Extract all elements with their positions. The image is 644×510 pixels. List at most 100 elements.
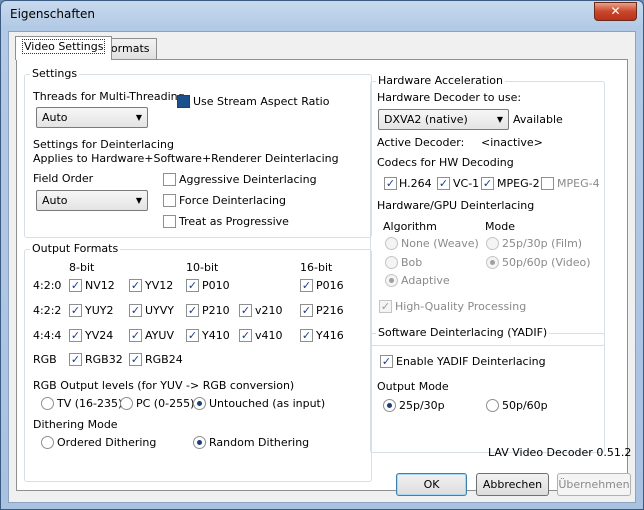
random-dither-radio[interactable]	[193, 436, 206, 449]
hw-accel-title: Hardware Acceleration	[376, 74, 505, 87]
threads-combo-value: Auto	[42, 111, 68, 124]
ok-button[interactable]: OK	[396, 473, 467, 496]
stream-aspect-label: Use Stream Aspect Ratio	[193, 95, 330, 108]
y410-checkbox[interactable]: ✓	[186, 329, 199, 342]
h264-checkbox[interactable]: ✓	[384, 177, 397, 190]
v410-checkbox[interactable]: ✓	[239, 329, 252, 342]
yv12-label: YV12	[145, 279, 174, 292]
treat-progressive-checkbox[interactable]	[163, 215, 176, 228]
rgb24-label: RGB24	[145, 353, 183, 366]
p016-checkbox[interactable]: ✓	[300, 279, 313, 292]
threads-label: Threads for Multi-Threading	[33, 90, 185, 103]
h264-label: H.264	[399, 177, 432, 190]
output-formats-title: Output Formats	[30, 242, 121, 255]
chevron-down-icon: ▼	[135, 196, 142, 205]
hw-decoder-combo[interactable]: DXVA2 (native) ▼	[378, 109, 509, 130]
mpeg4-checkbox[interactable]	[541, 177, 554, 190]
active-decoder-label: Active Decoder:	[377, 136, 465, 149]
aggressive-deint-checkbox[interactable]	[163, 173, 176, 186]
yadif-50p-radio[interactable]	[486, 399, 499, 412]
force-deint-checkbox[interactable]	[163, 194, 176, 207]
rgb-levels-label: RGB Output levels (for YUV -> RGB conver…	[33, 379, 295, 392]
mpeg2-checkbox[interactable]: ✓	[481, 177, 494, 190]
row-422-label: 4:2:2	[33, 304, 62, 317]
hw-decoder-label: Hardware Decoder to use:	[377, 91, 522, 104]
yv24-checkbox[interactable]: ✓	[69, 329, 82, 342]
apply-button[interactable]: Übernehmen	[557, 473, 631, 496]
p210-checkbox[interactable]: ✓	[186, 304, 199, 317]
rgb-level-tv-label: TV (16-235)	[57, 397, 123, 410]
random-dither-label: Random Dithering	[209, 436, 310, 449]
rgb32-label: RGB32	[85, 353, 123, 366]
v210-checkbox[interactable]: ✓	[239, 304, 252, 317]
stream-aspect-checkbox[interactable]	[177, 95, 190, 108]
p010-checkbox[interactable]: ✓	[186, 279, 199, 292]
tab-video-settings-label: Video Settings	[22, 39, 106, 54]
yadif-output-mode-label: Output Mode	[377, 380, 449, 393]
force-deint-label: Force Deinterlacing	[179, 194, 286, 207]
yadif-25p-label: 25p/30p	[399, 399, 445, 412]
window-title: Eigenschaften	[10, 7, 96, 21]
hq-processing-checkbox[interactable]: ✓	[379, 300, 392, 313]
dither-label: Dithering Mode	[33, 418, 118, 431]
algo-adaptive-label: Adaptive	[401, 274, 450, 287]
yadif-25p-radio[interactable]	[383, 399, 396, 412]
nv12-label: NV12	[85, 279, 115, 292]
aggressive-deint-label: Aggressive Deinterlacing	[179, 173, 317, 186]
settings-group-title: Settings	[30, 67, 80, 80]
gpu-deint-label: Hardware/GPU Deinterlacing	[377, 199, 535, 212]
threads-combo[interactable]: Auto ▼	[36, 107, 148, 128]
vc1-label: VC-1	[453, 177, 480, 190]
mode-film-radio[interactable]	[486, 237, 499, 250]
algo-none-radio[interactable]	[385, 237, 398, 250]
cancel-button[interactable]: Abbrechen	[476, 473, 549, 496]
field-order-label: Field Order	[33, 172, 94, 185]
algorithm-label: Algorithm	[383, 220, 437, 233]
rgb-level-pc-label: PC (0-255)	[136, 397, 195, 410]
nv12-checkbox[interactable]: ✓	[69, 279, 82, 292]
mpeg4-label: MPEG-4	[557, 177, 600, 190]
rgb24-checkbox[interactable]: ✓	[129, 353, 142, 366]
rgb-level-untouched-radio[interactable]	[193, 397, 206, 410]
deint-subtitle: Applies to Hardware+Software+Renderer De…	[33, 152, 339, 165]
p216-checkbox[interactable]: ✓	[300, 304, 313, 317]
col-16bit-label: 16-bit	[300, 261, 333, 274]
chevron-down-icon: ▼	[496, 115, 503, 124]
field-order-combo[interactable]: Auto ▼	[36, 190, 148, 211]
video-settings-page: Settings Threads for Multi-Threading Aut…	[16, 59, 632, 491]
p216-label: P216	[316, 304, 344, 317]
yuy2-checkbox[interactable]: ✓	[69, 304, 82, 317]
title-bar[interactable]: Eigenschaften ✕	[1, 1, 643, 29]
uyvy-checkbox[interactable]: ✓	[129, 304, 142, 317]
yadif-50p-label: 50p/60p	[502, 399, 548, 412]
row-444-label: 4:4:4	[33, 329, 62, 342]
vc1-checkbox[interactable]: ✓	[437, 177, 450, 190]
col-10bit-label: 10-bit	[186, 261, 219, 274]
ayuv-checkbox[interactable]: ✓	[129, 329, 142, 342]
y416-checkbox[interactable]: ✓	[300, 329, 313, 342]
mpeg2-label: MPEG-2	[497, 177, 540, 190]
col-8bit-label: 8-bit	[69, 261, 95, 274]
tab-video-settings[interactable]: Video Settings	[15, 36, 113, 60]
close-button[interactable]: ✕	[594, 2, 637, 21]
mode-film-label: 25p/30p (Film)	[502, 237, 583, 250]
enable-yadif-checkbox[interactable]: ✓	[380, 355, 393, 368]
hw-available-label: Available	[513, 113, 563, 126]
enable-yadif-label: Enable YADIF Deinterlacing	[396, 355, 546, 368]
yadif-title: Software Deinterlacing (YADIF)	[376, 326, 550, 339]
v410-label: v410	[255, 329, 283, 342]
hq-processing-label: High-Quality Processing	[395, 300, 527, 313]
rgb-level-pc-radio[interactable]	[120, 397, 133, 410]
ordered-dither-radio[interactable]	[41, 436, 54, 449]
treat-progressive-label: Treat as Progressive	[179, 215, 289, 228]
version-label: LAV Video Decoder 0.51.2	[488, 446, 632, 459]
algo-adaptive-radio[interactable]	[385, 274, 398, 287]
mode-video-radio[interactable]	[486, 256, 499, 269]
rgb32-checkbox[interactable]: ✓	[69, 353, 82, 366]
mode-label: Mode	[485, 220, 515, 233]
yv12-checkbox[interactable]: ✓	[129, 279, 142, 292]
algo-bob-radio[interactable]	[385, 256, 398, 269]
algo-bob-label: Bob	[401, 256, 423, 269]
rgb-level-tv-radio[interactable]	[41, 397, 54, 410]
v210-label: v210	[255, 304, 283, 317]
